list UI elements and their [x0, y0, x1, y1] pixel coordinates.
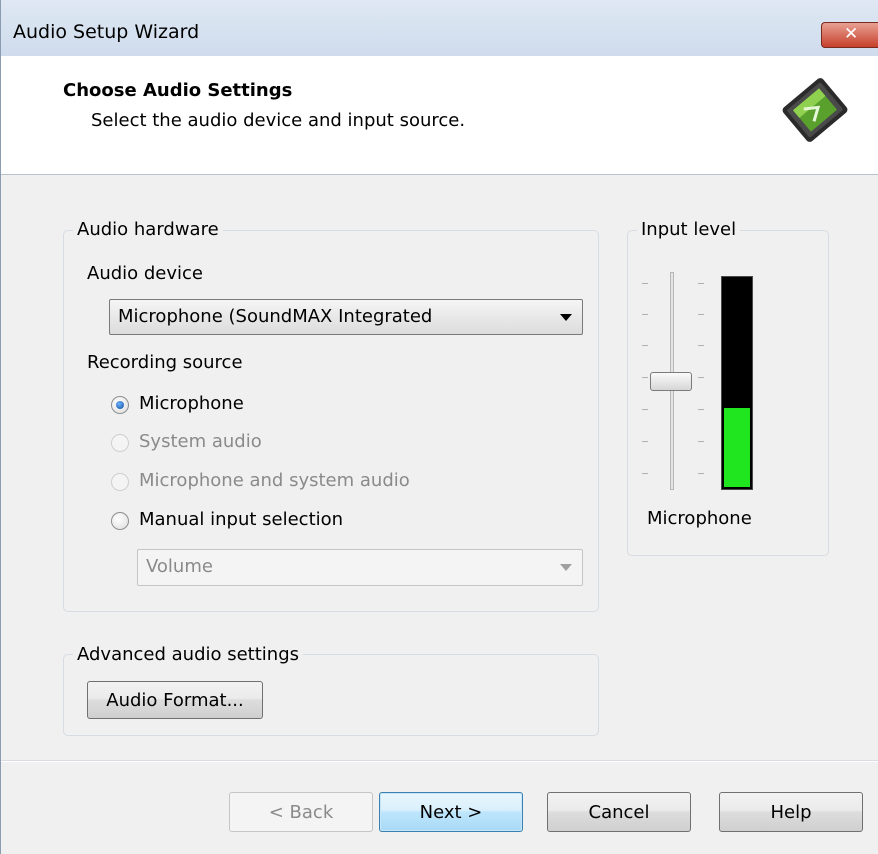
slider-tick	[642, 377, 648, 378]
input-level-slider-thumb[interactable]	[650, 372, 692, 391]
slider-tick	[642, 345, 648, 346]
radio-system-audio: System audio	[111, 431, 411, 457]
slider-tick	[698, 314, 704, 315]
cancel-button-label: Cancel	[588, 802, 650, 823]
audio-hardware-legend: Audio hardware	[73, 219, 223, 240]
input-level-meter	[721, 276, 753, 490]
chevron-down-icon	[560, 564, 572, 571]
slider-tick	[642, 441, 648, 442]
window-title: Audio Setup Wizard	[13, 21, 200, 43]
input-level-meter-fill	[724, 408, 750, 487]
page-title: Choose Audio Settings	[63, 80, 293, 101]
radio-button-icon	[111, 473, 129, 491]
input-level-legend: Input level	[637, 219, 741, 240]
wizard-header: Choose Audio Settings Select the audio d…	[1, 56, 878, 175]
slider-tick	[642, 314, 648, 315]
audio-device-label: Audio device	[87, 263, 204, 284]
radio-label: Microphone	[139, 393, 244, 414]
chevron-down-icon	[560, 314, 572, 321]
close-icon: ✕	[844, 24, 859, 44]
back-button: < Back	[229, 792, 373, 832]
slider-tick	[698, 377, 704, 378]
slider-tick	[698, 473, 704, 474]
page-subtitle: Select the audio device and input source…	[91, 110, 466, 131]
audio-device-select[interactable]: Microphone (SoundMAX Integrated	[109, 299, 583, 335]
radio-button-icon[interactable]	[111, 396, 129, 414]
slider-tick	[642, 409, 648, 410]
help-button-label: Help	[770, 802, 812, 823]
recording-source-label: Recording source	[87, 352, 243, 373]
slider-tick	[642, 473, 648, 474]
audio-format-button-label: Audio Format...	[106, 690, 244, 711]
cancel-button[interactable]: Cancel	[547, 792, 691, 832]
help-button[interactable]: Help	[719, 792, 863, 832]
input-level-source-label: Microphone	[647, 508, 752, 529]
radio-microphone[interactable]: Microphone	[111, 393, 411, 419]
radio-manual-input-selection[interactable]: Manual input selection	[111, 509, 411, 535]
manual-input-select: Volume	[137, 549, 583, 586]
radio-label: Microphone and system audio	[139, 470, 410, 491]
manual-input-value: Volume	[146, 556, 213, 577]
next-button-label: Next >	[419, 802, 483, 823]
footer-divider	[1, 760, 878, 762]
camtasia-logo-icon	[782, 78, 848, 142]
audio-device-value: Microphone (SoundMAX Integrated	[118, 306, 433, 327]
radio-button-icon[interactable]	[111, 512, 129, 530]
radio-label: System audio	[139, 431, 262, 452]
next-button[interactable]: Next >	[379, 792, 523, 832]
audio-format-button[interactable]: Audio Format...	[87, 681, 263, 719]
slider-tick	[698, 345, 704, 346]
radio-button-icon	[111, 434, 129, 452]
slider-tick	[698, 441, 704, 442]
slider-tick	[642, 283, 648, 284]
radio-label: Manual input selection	[139, 509, 344, 530]
back-button-label: < Back	[268, 802, 334, 823]
advanced-audio-settings-legend: Advanced audio settings	[73, 644, 304, 665]
title-bar: Audio Setup Wizard ✕	[1, 0, 878, 56]
slider-tick	[698, 283, 704, 284]
audio-setup-wizard-window: Audio Setup Wizard ✕ Choose Audio Settin…	[0, 0, 878, 854]
radio-microphone-and-system-audio: Microphone and system audio	[111, 470, 451, 496]
slider-tick	[698, 409, 704, 410]
close-button[interactable]: ✕	[821, 22, 878, 48]
